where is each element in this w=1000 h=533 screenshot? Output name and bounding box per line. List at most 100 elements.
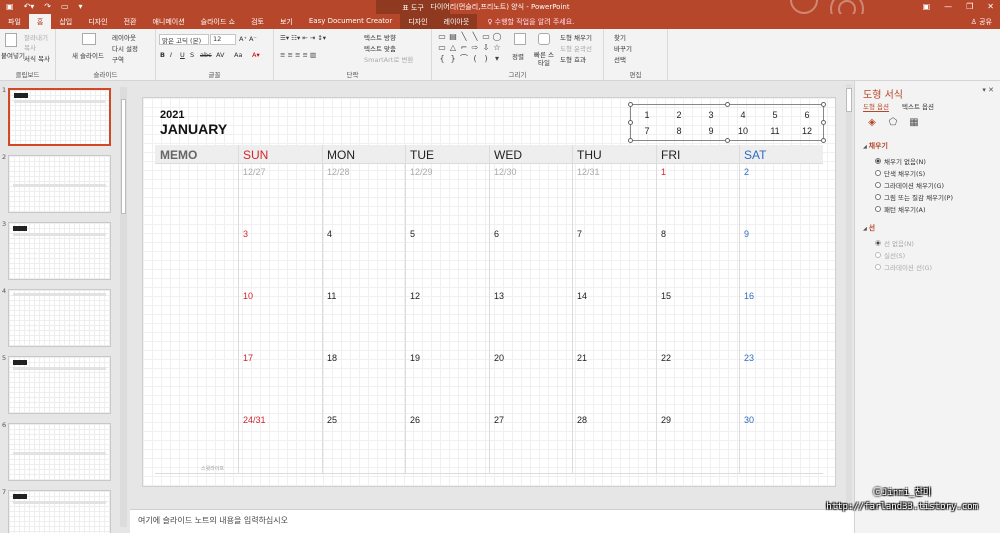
- select-button[interactable]: 선택: [614, 54, 626, 64]
- fill-gradient-radio[interactable]: 그라데이션 채우기(G): [875, 180, 944, 190]
- date-cell[interactable]: 2: [744, 167, 749, 177]
- date-cell[interactable]: 25: [327, 415, 337, 425]
- date-cell[interactable]: 4: [327, 229, 332, 239]
- rect3-icon[interactable]: ▭: [437, 43, 447, 53]
- shape-outline-button[interactable]: 도형 윤곽선: [560, 43, 592, 53]
- copy-button[interactable]: 복사: [24, 42, 36, 52]
- tab-easy-document-creator[interactable]: Easy Document Creator: [301, 14, 400, 29]
- triangle-icon[interactable]: △: [448, 43, 458, 53]
- cut-button[interactable]: 잘라내기: [24, 32, 48, 42]
- scrollbar-thumb[interactable]: [846, 88, 852, 112]
- reset-button[interactable]: 다시 설정: [112, 43, 138, 53]
- date-cell[interactable]: 12/29: [410, 167, 433, 177]
- slide-thumbnail[interactable]: 5: [0, 354, 118, 416]
- fill-section-header[interactable]: 채우기: [863, 141, 888, 151]
- tab-slideshow[interactable]: 슬라이드 쇼: [193, 14, 243, 29]
- date-cell[interactable]: 3: [243, 229, 248, 239]
- new-slide-icon[interactable]: [82, 33, 96, 45]
- minimize-icon[interactable]: —: [944, 2, 952, 11]
- align-text-button[interactable]: 텍스트 맞춤: [364, 43, 396, 53]
- size-properties-icon[interactable]: ▦: [907, 116, 921, 130]
- thumbnail-scrollbar[interactable]: [120, 87, 127, 527]
- slide-thumbnail[interactable]: 4: [0, 287, 118, 349]
- tab-file[interactable]: 파일: [0, 14, 29, 29]
- effects-icon[interactable]: ⬠: [886, 116, 900, 130]
- mini-cal-cell[interactable]: 5: [765, 110, 785, 120]
- date-cell[interactable]: 16: [744, 291, 754, 301]
- section-button[interactable]: 구역: [112, 54, 124, 64]
- slide-thumbnail[interactable]: 3: [0, 220, 118, 282]
- line-none-radio[interactable]: 선 없음(N): [875, 238, 914, 248]
- bold-button[interactable]: B: [160, 51, 165, 59]
- mini-cal-cell[interactable]: 9: [701, 126, 721, 136]
- text-direction-button[interactable]: 텍스트 방향: [364, 32, 396, 42]
- share-button[interactable]: ♙ 공유: [971, 17, 992, 27]
- curve-icon[interactable]: ⌒: [459, 54, 469, 64]
- char-spacing-button[interactable]: AV: [216, 51, 224, 59]
- bullets-icon[interactable]: ☰▾ ☷▾ ⇤ ⇥ ↕▾: [280, 34, 326, 42]
- mini-cal-cell[interactable]: 12: [797, 126, 817, 136]
- date-cell[interactable]: 12/28: [327, 167, 350, 177]
- star-icon[interactable]: ☆: [492, 43, 502, 53]
- font-color-icon[interactable]: A▾: [252, 51, 260, 59]
- find-button[interactable]: 찾기: [614, 32, 626, 42]
- scrollbar-thumb[interactable]: [121, 99, 126, 214]
- mini-cal-cell[interactable]: 6: [797, 110, 817, 120]
- fill-pattern-radio[interactable]: 패턴 채우기(A): [875, 204, 926, 214]
- quick-styles-icon[interactable]: [538, 33, 550, 45]
- arrow-right-icon[interactable]: ⇨: [470, 43, 480, 53]
- tab-insert[interactable]: 삽입: [51, 14, 80, 29]
- slide-thumbnail[interactable]: 2: [0, 153, 118, 215]
- notes-pane[interactable]: 여기에 슬라이드 노트의 내용을 입력하십시오: [130, 509, 854, 533]
- slide-scrollbar[interactable]: [846, 84, 852, 504]
- close-icon[interactable]: ✕: [987, 2, 994, 11]
- resize-handle[interactable]: [725, 102, 730, 107]
- tell-me-box[interactable]: ♀ 수행할 작업을 알려 주세요.: [477, 14, 584, 29]
- date-cell[interactable]: 22: [661, 353, 671, 363]
- shape-effects-button[interactable]: 도형 효과: [560, 54, 586, 64]
- resize-handle[interactable]: [821, 138, 826, 143]
- change-case-button[interactable]: Aa: [234, 51, 242, 59]
- ribbon-display-icon[interactable]: ▣: [923, 2, 931, 11]
- date-cell[interactable]: 12: [410, 291, 420, 301]
- date-cell[interactable]: 8: [661, 229, 666, 239]
- line-section-header[interactable]: 선: [863, 223, 875, 233]
- font-size-select[interactable]: 12: [210, 34, 236, 45]
- date-cell[interactable]: 12/27: [243, 167, 266, 177]
- pane-close-icon[interactable]: ▾ ✕: [982, 86, 994, 94]
- line-gradient-radio[interactable]: 그라데이션 선(G): [875, 262, 932, 272]
- line-icon[interactable]: ╲: [459, 32, 469, 42]
- date-cell[interactable]: 26: [410, 415, 420, 425]
- underline-button[interactable]: U: [180, 51, 185, 59]
- font-family-select[interactable]: 맑은 고딕 (본): [159, 34, 209, 45]
- tab-home[interactable]: 홈: [28, 14, 52, 29]
- restore-icon[interactable]: ❐: [966, 2, 973, 11]
- slide-thumbnail[interactable]: 7: [0, 488, 118, 533]
- tab-review[interactable]: 검토: [243, 14, 272, 29]
- fill-none-radio[interactable]: 채우기 없음(N): [875, 156, 926, 166]
- italic-button[interactable]: I: [170, 51, 172, 59]
- date-cell[interactable]: 30: [744, 415, 754, 425]
- arrow-down-icon[interactable]: ⇩: [481, 43, 491, 53]
- smartart-button[interactable]: SmartArt로 변환: [364, 54, 413, 64]
- date-cell[interactable]: 10: [243, 291, 253, 301]
- resize-handle[interactable]: [628, 120, 633, 125]
- arrange-button[interactable]: 정렬: [512, 51, 524, 61]
- fill-picture-radio[interactable]: 그림 또는 질감 채우기(P): [875, 192, 953, 202]
- mini-cal-cell[interactable]: 2: [669, 110, 689, 120]
- new-slide-button[interactable]: 새 슬라이드: [72, 50, 104, 60]
- resize-handle[interactable]: [821, 102, 826, 107]
- fill-solid-radio[interactable]: 단색 채우기(S): [875, 168, 925, 178]
- mini-cal-cell[interactable]: 3: [701, 110, 721, 120]
- mini-cal-cell[interactable]: 1: [637, 110, 657, 120]
- format-painter-button[interactable]: 서식 복사: [24, 53, 50, 63]
- oval-icon[interactable]: ◯: [492, 32, 502, 42]
- fill-line-icon[interactable]: ◈: [865, 116, 879, 130]
- resize-handle[interactable]: [628, 102, 633, 107]
- date-cell[interactable]: 18: [327, 353, 337, 363]
- date-cell[interactable]: 9: [744, 229, 749, 239]
- paren2-icon[interactable]: ): [481, 54, 491, 64]
- date-cell[interactable]: 12/30: [494, 167, 517, 177]
- tab-design[interactable]: 디자인: [80, 14, 115, 29]
- more-shapes-icon[interactable]: ▾: [492, 54, 502, 64]
